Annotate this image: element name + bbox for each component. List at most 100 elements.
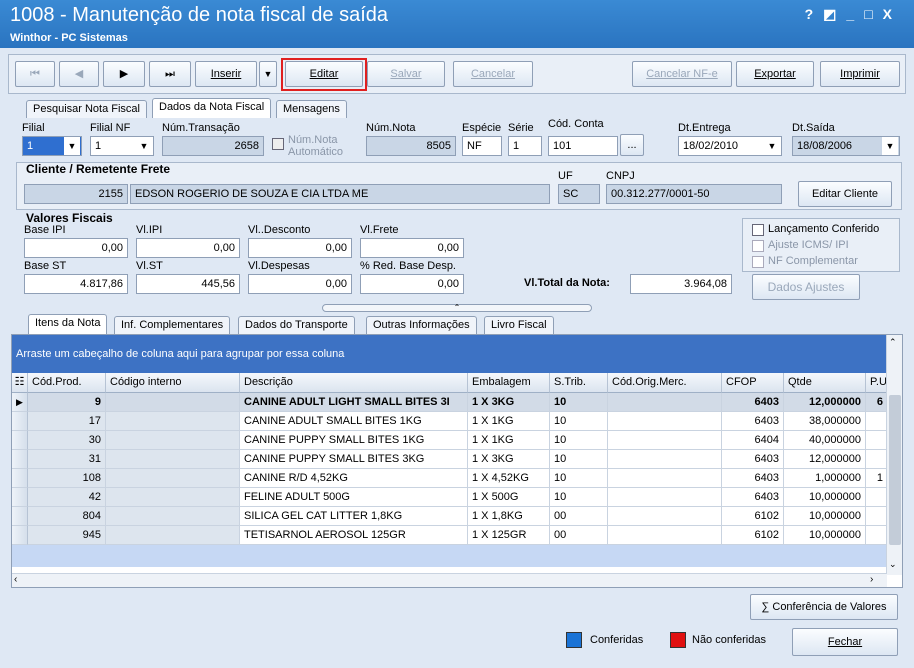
cell-pu[interactable] <box>866 526 888 545</box>
tab-itens-nota[interactable]: Itens da Nota <box>28 314 108 334</box>
cell-cfop[interactable]: 6403 <box>722 469 784 488</box>
cell-descricao[interactable]: CANINE R/D 4,52KG <box>240 469 468 488</box>
chevron-down-icon[interactable]: ▼ <box>64 137 80 155</box>
tab-mensagens[interactable]: Mensagens <box>276 100 347 118</box>
cnpj-field[interactable]: 00.312.277/0001-50 <box>606 184 782 204</box>
cell-s-trib[interactable]: 10 <box>550 469 608 488</box>
cell-embalagem[interactable]: 1 X 4,52KG <box>468 469 550 488</box>
col-descricao[interactable]: Descrição <box>240 373 468 393</box>
cell-cod-orig-merc[interactable] <box>608 507 722 526</box>
cell-cfop[interactable]: 6404 <box>722 431 784 450</box>
cell-pu[interactable] <box>866 431 888 450</box>
col-cod-prod[interactable]: Cód.Prod. <box>28 373 106 393</box>
dt-saida-field[interactable]: 18/08/2006 ▼ <box>792 136 900 156</box>
next-record-button[interactable]: ▶ <box>103 61 145 87</box>
scroll-thumb[interactable] <box>889 395 901 545</box>
cell-descricao[interactable]: CANINE ADULT SMALL BITES 1KG <box>240 412 468 431</box>
cell-cod-prod[interactable]: 42 <box>28 488 106 507</box>
exportar-button[interactable]: Exportar <box>736 61 814 87</box>
cell-qtde[interactable]: 1,000000 <box>784 469 866 488</box>
cell-cod-orig-merc[interactable] <box>608 526 722 545</box>
cell-s-trib[interactable]: 10 <box>550 393 608 412</box>
prev-record-button[interactable]: ◀ <box>59 61 99 87</box>
horizontal-scrollbar[interactable]: ‹ › <box>12 573 887 587</box>
cell-cod-orig-merc[interactable] <box>608 431 722 450</box>
cell-embalagem[interactable]: 1 X 500G <box>468 488 550 507</box>
cell-pu[interactable] <box>866 412 888 431</box>
base-st-field[interactable]: 4.817,86 <box>24 274 128 294</box>
cell-cod-orig-merc[interactable] <box>608 393 722 412</box>
tab-dados-nota[interactable]: Dados da Nota Fiscal <box>152 98 272 118</box>
cell-embalagem[interactable]: 1 X 125GR <box>468 526 550 545</box>
cell-s-trib[interactable]: 10 <box>550 450 608 469</box>
inserir-button[interactable]: Inserir <box>195 61 257 87</box>
cell-cod-prod[interactable]: 804 <box>28 507 106 526</box>
cell-codigo-interno[interactable] <box>106 526 240 545</box>
col-pu[interactable]: P.U <box>866 373 888 393</box>
cell-pu[interactable] <box>866 507 888 526</box>
cell-cod-orig-merc[interactable] <box>608 412 722 431</box>
total-field[interactable]: 3.964,08 <box>630 274 732 294</box>
cell-cod-prod[interactable]: 945 <box>28 526 106 545</box>
col-embalagem[interactable]: Embalagem <box>468 373 550 393</box>
cell-codigo-interno[interactable] <box>106 507 240 526</box>
imprimir-button[interactable]: Imprimir <box>820 61 900 87</box>
conferencia-valores-button[interactable]: ∑ Conferência de Valores <box>750 594 898 620</box>
filial-nf-select[interactable]: 1 ▼ <box>90 136 154 156</box>
cancelar-button[interactable]: Cancelar <box>453 61 533 87</box>
maximize-icon[interactable]: □ <box>864 6 882 22</box>
cell-pu[interactable]: 1 <box>866 469 888 488</box>
cell-pu[interactable] <box>866 450 888 469</box>
chevron-down-icon[interactable]: ▼ <box>136 137 152 155</box>
base-ipi-field[interactable]: 0,00 <box>24 238 128 258</box>
cell-cfop[interactable]: 6403 <box>722 393 784 412</box>
cell-qtde[interactable]: 12,000000 <box>784 393 866 412</box>
tab-dados-transporte[interactable]: Dados do Transporte <box>238 316 355 334</box>
cell-embalagem[interactable]: 1 X 1KG <box>468 412 550 431</box>
cell-embalagem[interactable]: 1 X 3KG <box>468 450 550 469</box>
serie-field[interactable]: 1 <box>508 136 542 156</box>
row-selector[interactable] <box>12 488 28 507</box>
red-base-field[interactable]: 0,00 <box>360 274 464 294</box>
cell-codigo-interno[interactable] <box>106 412 240 431</box>
cell-codigo-interno[interactable] <box>106 488 240 507</box>
cell-cod-orig-merc[interactable] <box>608 488 722 507</box>
itens-grid[interactable]: Arraste um cabeçalho de coluna aqui para… <box>11 334 903 588</box>
cell-s-trib[interactable]: 10 <box>550 488 608 507</box>
col-cod-orig-merc[interactable]: Cód.Orig.Merc. <box>608 373 722 393</box>
vl-frete-field[interactable]: 0,00 <box>360 238 464 258</box>
cell-qtde[interactable]: 10,000000 <box>784 488 866 507</box>
chevron-down-icon[interactable]: ▼ <box>882 137 898 155</box>
ajuste-checkbox[interactable] <box>752 240 764 252</box>
cell-cfop[interactable]: 6403 <box>722 488 784 507</box>
row-selector[interactable] <box>12 469 28 488</box>
scroll-down-icon[interactable]: ⌄ <box>889 559 897 570</box>
row-selector[interactable] <box>12 450 28 469</box>
cell-descricao[interactable]: CANINE PUPPY SMALL BITES 1KG <box>240 431 468 450</box>
tab-outras-informacoes[interactable]: Outras Informações <box>366 316 477 334</box>
cod-conta-lookup-button[interactable]: ... <box>620 134 644 156</box>
vl-ipi-field[interactable]: 0,00 <box>136 238 240 258</box>
cell-cfop[interactable]: 6102 <box>722 507 784 526</box>
num-transacao-field[interactable]: 2658 <box>162 136 264 156</box>
cell-qtde[interactable]: 38,000000 <box>784 412 866 431</box>
row-indicator-icon[interactable]: ▶ <box>12 393 28 412</box>
cell-qtde[interactable]: 10,000000 <box>784 526 866 545</box>
cancelar-nfe-button[interactable]: Cancelar NF-e <box>632 61 732 87</box>
last-record-button[interactable]: ⏭ <box>149 61 191 87</box>
cell-cod-prod[interactable]: 17 <box>28 412 106 431</box>
cell-cfop[interactable]: 6102 <box>722 526 784 545</box>
column-chooser-icon[interactable]: ☷ <box>12 373 28 393</box>
uf-field[interactable]: SC <box>558 184 600 204</box>
scroll-left-icon[interactable]: ‹ <box>14 574 17 585</box>
cell-codigo-interno[interactable] <box>106 450 240 469</box>
tab-livro-fiscal[interactable]: Livro Fiscal <box>484 316 554 334</box>
vl-st-field[interactable]: 445,56 <box>136 274 240 294</box>
cell-cod-orig-merc[interactable] <box>608 450 722 469</box>
editar-cliente-button[interactable]: Editar Cliente <box>798 181 892 207</box>
cell-cfop[interactable]: 6403 <box>722 412 784 431</box>
cell-cod-prod[interactable]: 30 <box>28 431 106 450</box>
cell-cod-orig-merc[interactable] <box>608 469 722 488</box>
cell-codigo-interno[interactable] <box>106 431 240 450</box>
especie-field[interactable]: NF <box>462 136 502 156</box>
